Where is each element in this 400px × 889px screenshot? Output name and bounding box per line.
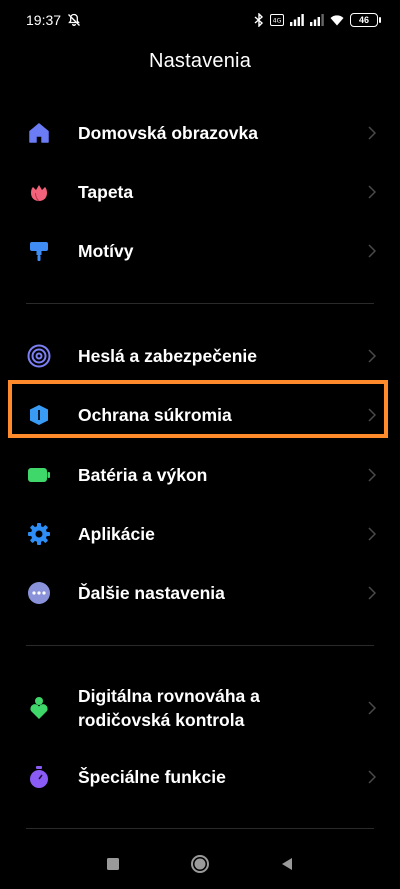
chevron-right-icon (366, 348, 378, 364)
status-right: 4G 46 (254, 13, 381, 27)
menu-item-additional-settings[interactable]: Ďalšie nastavenia (0, 578, 400, 608)
menu-item-battery-performance[interactable]: Batéria a výkon (0, 460, 400, 490)
menu-item-home-screen[interactable]: Domovská obrazovka (0, 118, 400, 148)
chevron-right-icon (366, 184, 378, 200)
more-icon (26, 580, 52, 606)
menu-item-digital-wellbeing[interactable]: Digitálna rovnováha a rodičovská kontrol… (0, 683, 400, 733)
menu-item-label: Aplikácie (78, 524, 155, 544)
status-left: 19:37 (26, 12, 81, 28)
stopwatch-icon (26, 764, 52, 790)
status-bar: 19:37 4G 46 (0, 0, 400, 40)
volte-icon: 4G (270, 14, 284, 26)
chevron-right-icon (366, 585, 378, 601)
chevron-right-icon (366, 526, 378, 542)
chevron-right-icon (366, 467, 378, 483)
navigation-bar (0, 839, 400, 889)
section-divider (26, 828, 374, 829)
wifi-icon (330, 14, 344, 26)
shield-icon (26, 402, 52, 428)
menu-item-special-features[interactable]: Špeciálne funkcie (0, 762, 400, 792)
menu-item-label: Špeciálne funkcie (78, 767, 226, 787)
menu-item-apps[interactable]: Aplikácie (0, 519, 400, 549)
flower-icon (26, 179, 52, 205)
wellbeing-icon (26, 695, 52, 721)
paint-roller-icon (26, 238, 52, 264)
home-button[interactable] (180, 844, 220, 884)
battery-icon (26, 462, 52, 488)
page-title: Nastavenia (148, 50, 252, 72)
menu-item-label: Domovská obrazovka (78, 123, 258, 143)
battery-level: 46 (358, 15, 369, 25)
menu-item-label: Heslá a zabezpečenie (78, 346, 257, 366)
clock: 19:37 (26, 12, 62, 28)
section-divider (26, 303, 374, 304)
section-divider (26, 645, 374, 646)
gear-icon (26, 521, 52, 547)
settings-screen: 19:37 4G 46 Nastavenia Domovská obrazovk… (0, 0, 400, 889)
menu-item-label: Digitálna rovnováha a rodičovská kontrol… (78, 686, 260, 730)
chevron-right-icon (366, 407, 378, 423)
menu-item-privacy-protection[interactable]: Ochrana súkromia (0, 400, 400, 430)
menu-item-passwords-security[interactable]: Heslá a zabezpečenie (0, 341, 400, 371)
signal-icon (290, 14, 304, 26)
bluetooth-icon (254, 13, 264, 27)
svg-text:4G: 4G (273, 18, 282, 25)
chevron-right-icon (366, 243, 378, 259)
fingerprint-icon (26, 343, 52, 369)
menu-item-label: Motívy (78, 241, 134, 261)
battery-icon: 46 (350, 13, 381, 27)
menu-item-label: Ochrana súkromia (78, 405, 232, 425)
signal-icon-2 (310, 14, 324, 26)
home-icon (26, 120, 52, 146)
chevron-right-icon (366, 769, 378, 785)
menu-item-label: Tapeta (78, 182, 134, 202)
menu-item-wallpaper[interactable]: Tapeta (0, 177, 400, 207)
chevron-right-icon (366, 700, 378, 716)
chevron-right-icon (366, 125, 378, 141)
back-button[interactable] (267, 844, 307, 884)
recents-button[interactable] (93, 844, 133, 884)
menu-item-label: Ďalšie nastavenia (78, 583, 225, 603)
menu-item-label: Batéria a výkon (78, 465, 208, 485)
menu-item-themes[interactable]: Motívy (0, 236, 400, 266)
mute-icon (67, 13, 81, 27)
